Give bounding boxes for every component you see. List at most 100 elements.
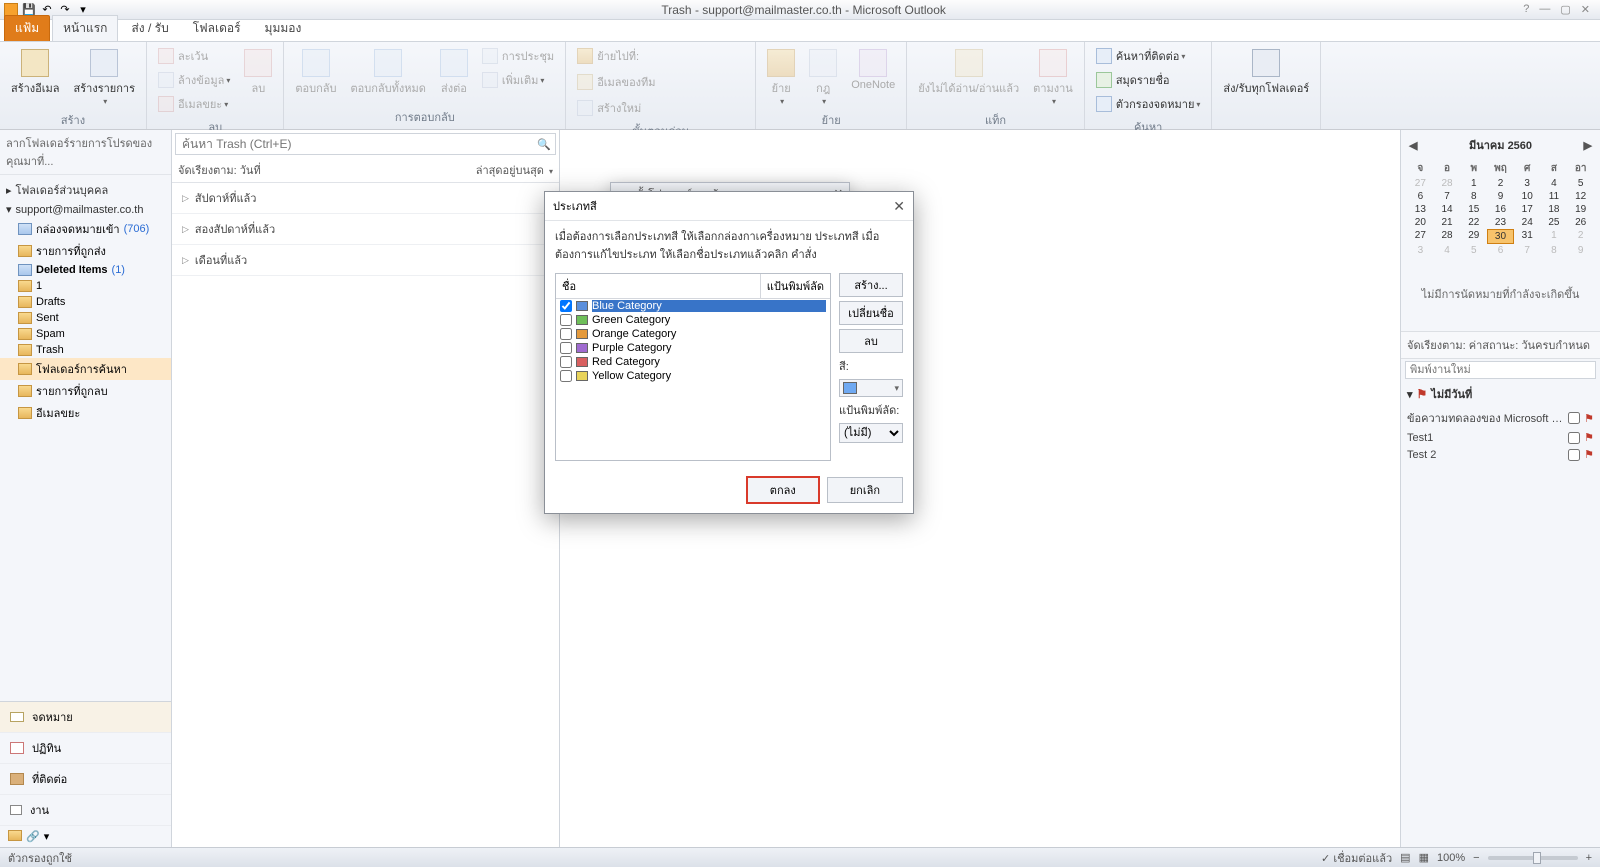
tree-item[interactable]: Spam <box>0 326 171 342</box>
cal-day[interactable]: 23 <box>1487 216 1514 229</box>
calendar-grid[interactable]: 2728123456789101112131415161718192021222… <box>1401 177 1600 257</box>
cal-day[interactable]: 1 <box>1460 177 1487 190</box>
minimize-icon[interactable]: — <box>1539 3 1550 16</box>
search-box[interactable]: 🔍 <box>175 133 556 155</box>
cal-day[interactable]: 4 <box>1434 244 1461 257</box>
cal-day[interactable]: 2 <box>1567 229 1594 244</box>
zoom-out-icon[interactable]: − <box>1473 852 1479 864</box>
tab-sendreceive[interactable]: ส่ง / รับ <box>120 15 179 41</box>
cal-day[interactable]: 6 <box>1407 190 1434 203</box>
cal-day[interactable]: 31 <box>1514 229 1541 244</box>
shortcut-select[interactable]: (ไม่มี) <box>839 423 903 443</box>
category-checkbox[interactable] <box>560 300 572 312</box>
btn-move[interactable]: ย้าย▾ <box>762 44 800 109</box>
dialog-close-icon[interactable]: ✕ <box>893 198 905 215</box>
task-complete-checkbox[interactable] <box>1568 412 1580 424</box>
category-row[interactable]: Blue Category <box>556 299 830 313</box>
cal-day[interactable]: 24 <box>1514 216 1541 229</box>
task-row[interactable]: ข้อความทดลองของ Microsoft Office Ou...⚑ <box>1401 407 1600 429</box>
group-header[interactable]: ▷สัปดาห์ที่แล้ว <box>172 183 559 214</box>
task-sort-header[interactable]: จัดเรียงตาม: ค่าสถานะ: วันครบกำหนด <box>1401 331 1600 359</box>
cal-day[interactable]: 3 <box>1407 244 1434 257</box>
new-task-input[interactable] <box>1405 361 1596 379</box>
cal-day[interactable]: 7 <box>1514 244 1541 257</box>
btn-new-items[interactable]: สร้างรายการ▾ <box>69 44 140 109</box>
sort-direction[interactable]: ล่าสุดอยู่บนสุด ▾ <box>476 161 553 179</box>
nav-contacts[interactable]: ที่ติดต่อ <box>0 764 171 795</box>
color-picker[interactable]: ▾ <box>839 379 903 397</box>
cal-day[interactable]: 25 <box>1541 216 1568 229</box>
view-reading-icon[interactable]: ▦ <box>1419 851 1429 864</box>
btn-delete[interactable]: ลบ <box>239 44 277 116</box>
cal-day[interactable]: 21 <box>1434 216 1461 229</box>
mini-shortcut-icon[interactable]: 🔗 <box>26 830 40 843</box>
btn-onenote[interactable]: OneNote <box>846 44 900 109</box>
btn-address-book[interactable]: สมุดรายชื่อ <box>1091 68 1206 92</box>
cal-day[interactable]: 16 <box>1487 203 1514 216</box>
category-row[interactable]: Orange Category <box>556 327 830 341</box>
task-row[interactable]: Test1⚑ <box>1401 429 1600 446</box>
category-row[interactable]: Green Category <box>556 313 830 327</box>
zoom-in-icon[interactable]: + <box>1586 852 1592 864</box>
cal-day[interactable]: 8 <box>1541 244 1568 257</box>
nav-tasks[interactable]: งาน <box>0 795 171 826</box>
category-checkbox[interactable] <box>560 328 572 340</box>
flag-icon[interactable]: ⚑ <box>1584 431 1594 444</box>
tree-item[interactable]: โฟลเดอร์การค้นหา <box>0 358 171 380</box>
cal-day[interactable]: 29 <box>1460 229 1487 244</box>
cal-day[interactable]: 9 <box>1487 190 1514 203</box>
zoom-slider[interactable] <box>1488 856 1578 860</box>
category-checkbox[interactable] <box>560 314 572 326</box>
tab-view[interactable]: มุมมอง <box>254 15 313 41</box>
category-row[interactable]: Yellow Category <box>556 369 830 383</box>
qs-move-to[interactable]: ย้ายไปที่: <box>572 44 749 68</box>
tree-root-personal[interactable]: ▸ โฟลเดอร์ส่วนบุคคล <box>0 179 171 201</box>
btn-ignore[interactable]: ละเว้น <box>153 44 235 68</box>
cal-day[interactable]: 1 <box>1541 229 1568 244</box>
btn-delete-category[interactable]: ลบ <box>839 329 903 353</box>
cal-day[interactable]: 11 <box>1541 190 1568 203</box>
cal-day[interactable]: 14 <box>1434 203 1461 216</box>
cal-day[interactable]: 27 <box>1407 229 1434 244</box>
cal-prev-icon[interactable]: ◀ <box>1405 139 1421 152</box>
tree-account[interactable]: ▾ support@mailmaster.co.th <box>0 201 171 218</box>
dialog-ok-button[interactable]: ตกลง <box>747 477 819 503</box>
cal-day[interactable]: 15 <box>1460 203 1487 216</box>
dialog-cancel-button[interactable]: ยกเลิก <box>827 477 903 503</box>
group-header[interactable]: ▷เดือนที่แล้ว <box>172 245 559 276</box>
qs-team-mail[interactable]: อีเมลของทีม <box>572 70 749 94</box>
flag-icon[interactable]: ⚑ <box>1584 448 1594 461</box>
cal-day[interactable]: 17 <box>1514 203 1541 216</box>
cal-day[interactable]: 3 <box>1514 177 1541 190</box>
category-checkbox[interactable] <box>560 370 572 382</box>
btn-meeting[interactable]: การประชุม <box>477 44 559 68</box>
cal-day[interactable]: 7 <box>1434 190 1461 203</box>
category-checkbox[interactable] <box>560 342 572 354</box>
mini-folder-icon[interactable] <box>8 830 22 841</box>
category-checkbox[interactable] <box>560 356 572 368</box>
cal-day[interactable]: 5 <box>1460 244 1487 257</box>
sort-by[interactable]: จัดเรียงตาม: วันที่ <box>178 161 476 179</box>
cal-day[interactable]: 2 <box>1487 177 1514 190</box>
btn-find-contact[interactable]: ค้นหาที่ติดต่อ▾ <box>1091 44 1206 68</box>
cal-day[interactable]: 18 <box>1541 203 1568 216</box>
btn-send-receive-all[interactable]: ส่ง/รับทุกโฟลเดอร์ <box>1218 44 1314 124</box>
cal-day[interactable]: 6 <box>1487 244 1514 257</box>
task-complete-checkbox[interactable] <box>1568 449 1580 461</box>
cal-day[interactable]: 4 <box>1541 177 1568 190</box>
cal-day[interactable]: 5 <box>1567 177 1594 190</box>
group-header[interactable]: ▷สองสัปดาห์ที่แล้ว <box>172 214 559 245</box>
flag-icon[interactable]: ⚑ <box>1584 412 1594 425</box>
group-list[interactable]: ▷สัปดาห์ที่แล้ว▷สองสัปดาห์ที่แล้ว▷เดือนท… <box>172 183 559 847</box>
tree-item[interactable]: Sent <box>0 310 171 326</box>
btn-cleanup[interactable]: ล้างข้อมูล▾ <box>153 68 235 92</box>
btn-new-email[interactable]: สร้างอีเมล <box>6 44 65 109</box>
folder-tree[interactable]: ▸ โฟลเดอร์ส่วนบุคคล ▾ support@mailmaster… <box>0 175 171 701</box>
search-icon[interactable]: 🔍 <box>533 134 555 154</box>
close-icon[interactable]: ✕ <box>1581 3 1590 16</box>
tab-home[interactable]: หน้าแรก <box>52 15 118 41</box>
btn-rename-category[interactable]: เปลี่ยนชื่อ <box>839 301 903 325</box>
tree-item[interactable]: Trash <box>0 342 171 358</box>
pane-resize-handle[interactable] <box>1394 130 1400 847</box>
maximize-icon[interactable]: ▢ <box>1560 3 1570 16</box>
